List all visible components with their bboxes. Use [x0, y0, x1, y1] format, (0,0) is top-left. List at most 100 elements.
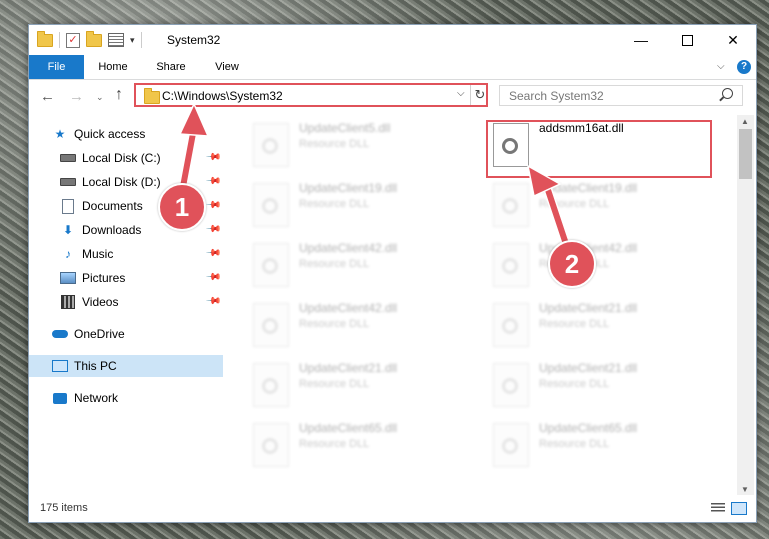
dll-file-icon: [493, 423, 529, 467]
address-row: ← → ⌄ ↑ C:\Windows\System32 ⌵ ↻ Search S…: [29, 80, 756, 112]
pin-icon[interactable]: 📌: [205, 293, 222, 310]
dll-file-icon: [493, 243, 529, 287]
pin-icon[interactable]: 📌: [205, 269, 222, 286]
search-input[interactable]: Search System32: [499, 85, 743, 106]
nav-quick-access[interactable]: ★ Quick access: [29, 123, 223, 145]
dll-file-icon: [253, 123, 289, 167]
file-name: UpdateClient65.dll: [299, 421, 398, 435]
drive-icon: [60, 175, 76, 189]
maximize-button[interactable]: [664, 25, 710, 55]
file-name: UpdateClient21.dll: [299, 361, 398, 375]
nav-label: OneDrive: [74, 327, 125, 341]
navigation-pane: ★ Quick access Local Disk (C:) 📌 Local D…: [29, 115, 223, 485]
toolbar-separator: [59, 32, 60, 48]
nav-label: This PC: [74, 359, 117, 373]
file-item[interactable]: UpdateClient42.dll Resource DLL: [251, 299, 471, 355]
address-path[interactable]: C:\Windows\System32: [162, 89, 283, 103]
back-button[interactable]: ←: [40, 88, 55, 105]
nav-label: Downloads: [82, 223, 142, 237]
properties-check-icon[interactable]: ✓: [66, 32, 80, 48]
file-type: Resource DLL: [299, 258, 370, 270]
file-item[interactable]: UpdateClient21.dll Resource DLL: [251, 359, 471, 415]
expand-ribbon-chevron-icon[interactable]: ⌵: [717, 61, 725, 72]
file-type: Resource DLL: [299, 438, 370, 450]
nav-item-local-disk-c[interactable]: Local Disk (C:) 📌: [29, 147, 223, 169]
quick-access-toolbar: ✓ ▾: [37, 30, 142, 48]
file-name: UpdateClient42.dll: [299, 241, 398, 255]
dll-file-icon: [253, 183, 289, 227]
pin-icon[interactable]: 📌: [205, 245, 222, 262]
nav-label: Music: [82, 247, 114, 261]
nav-item-music[interactable]: ♪ Music 📌: [29, 243, 223, 265]
file-explorer-window: ✓ ▾ System32 — ✕ File Home Share View ⌵ …: [28, 24, 757, 523]
computer-icon: [52, 359, 68, 373]
refresh-button[interactable]: ↻: [470, 85, 489, 105]
file-type: Resource DLL: [539, 198, 610, 210]
videos-icon: [60, 295, 76, 309]
address-dropdown-icon[interactable]: ⌵: [457, 88, 465, 99]
scrollbar-thumb[interactable]: [739, 129, 752, 179]
dll-file-icon: [253, 423, 289, 467]
folder-icon: [144, 88, 160, 104]
item-count: 175 items: [40, 502, 88, 514]
help-icon[interactable]: ?: [737, 60, 751, 74]
file-item[interactable]: UpdateClient65.dll Resource DLL: [491, 419, 711, 475]
file-item[interactable]: UpdateClient19.dll Resource DLL: [491, 179, 711, 235]
pin-icon[interactable]: 📌: [205, 221, 222, 238]
tab-home[interactable]: Home: [91, 55, 135, 79]
customize-toolbar-dropdown-icon[interactable]: ▾: [130, 35, 135, 46]
file-name: UpdateClient65.dll: [539, 421, 638, 435]
file-item[interactable]: UpdateClient42.dll Resource DLL: [491, 239, 711, 295]
file-item[interactable]: UpdateClient21.dll Resource DLL: [491, 299, 711, 355]
up-button[interactable]: ↑: [115, 86, 123, 104]
star-icon: ★: [54, 127, 66, 141]
forward-button[interactable]: →: [69, 88, 84, 105]
file-item[interactable]: UpdateClient19.dll Resource DLL: [251, 179, 471, 235]
nav-label: Local Disk (C:): [82, 151, 161, 165]
file-item[interactable]: UpdateClient42.dll Resource DLL: [251, 239, 471, 295]
network-icon: [52, 391, 68, 405]
dll-file-icon: [253, 363, 289, 407]
file-type: Resource DLL: [299, 378, 370, 390]
properties-list-icon[interactable]: [108, 33, 124, 47]
documents-icon: [60, 198, 76, 214]
nav-network[interactable]: Network: [29, 387, 223, 409]
file-item[interactable]: UpdateClient21.dll Resource DLL: [491, 359, 711, 415]
tab-file[interactable]: File: [29, 55, 84, 79]
toolbar-separator: [140, 32, 142, 48]
file-item[interactable]: UpdateClient65.dll Resource DLL: [251, 419, 471, 475]
nav-this-pc[interactable]: This PC: [29, 355, 223, 377]
nav-item-pictures[interactable]: Pictures 📌: [29, 267, 223, 289]
file-type: Resource DLL: [299, 318, 370, 330]
close-button[interactable]: ✕: [710, 25, 756, 55]
pin-icon[interactable]: 📌: [205, 173, 222, 190]
large-icons-view-icon[interactable]: [731, 502, 747, 515]
address-bar[interactable]: C:\Windows\System32 ⌵ ↻: [134, 83, 488, 107]
details-view-icon[interactable]: [711, 503, 725, 513]
pin-icon[interactable]: 📌: [205, 149, 222, 166]
search-icon[interactable]: [722, 88, 733, 99]
pin-icon[interactable]: 📌: [205, 197, 222, 214]
nav-label: Pictures: [82, 271, 126, 285]
nav-item-videos[interactable]: Videos 📌: [29, 291, 223, 313]
downloads-icon: ⬇: [62, 223, 74, 237]
maximize-icon: [681, 34, 693, 46]
nav-onedrive[interactable]: OneDrive: [29, 323, 223, 345]
tab-view[interactable]: View: [205, 55, 249, 79]
file-name: UpdateClient21.dll: [539, 301, 638, 315]
file-type: Resource DLL: [299, 198, 370, 210]
window-title: System32: [167, 33, 221, 47]
file-item[interactable]: UpdateClient5.dll Resource DLL: [251, 119, 471, 175]
scroll-down-arrow-icon[interactable]: ▼: [741, 485, 749, 494]
file-type: Resource DLL: [299, 138, 370, 150]
vertical-scrollbar[interactable]: ▲ ▼: [737, 115, 754, 495]
dll-file-icon: [253, 303, 289, 347]
scroll-up-arrow-icon[interactable]: ▲: [741, 117, 749, 126]
nav-label: Quick access: [74, 127, 146, 141]
folder-icon[interactable]: [37, 30, 53, 47]
recent-locations-button[interactable]: ⌄: [96, 92, 104, 103]
tab-share[interactable]: Share: [149, 55, 193, 79]
new-folder-icon[interactable]: [86, 30, 102, 47]
status-bar: 175 items: [29, 497, 756, 521]
minimize-button[interactable]: —: [618, 25, 664, 55]
